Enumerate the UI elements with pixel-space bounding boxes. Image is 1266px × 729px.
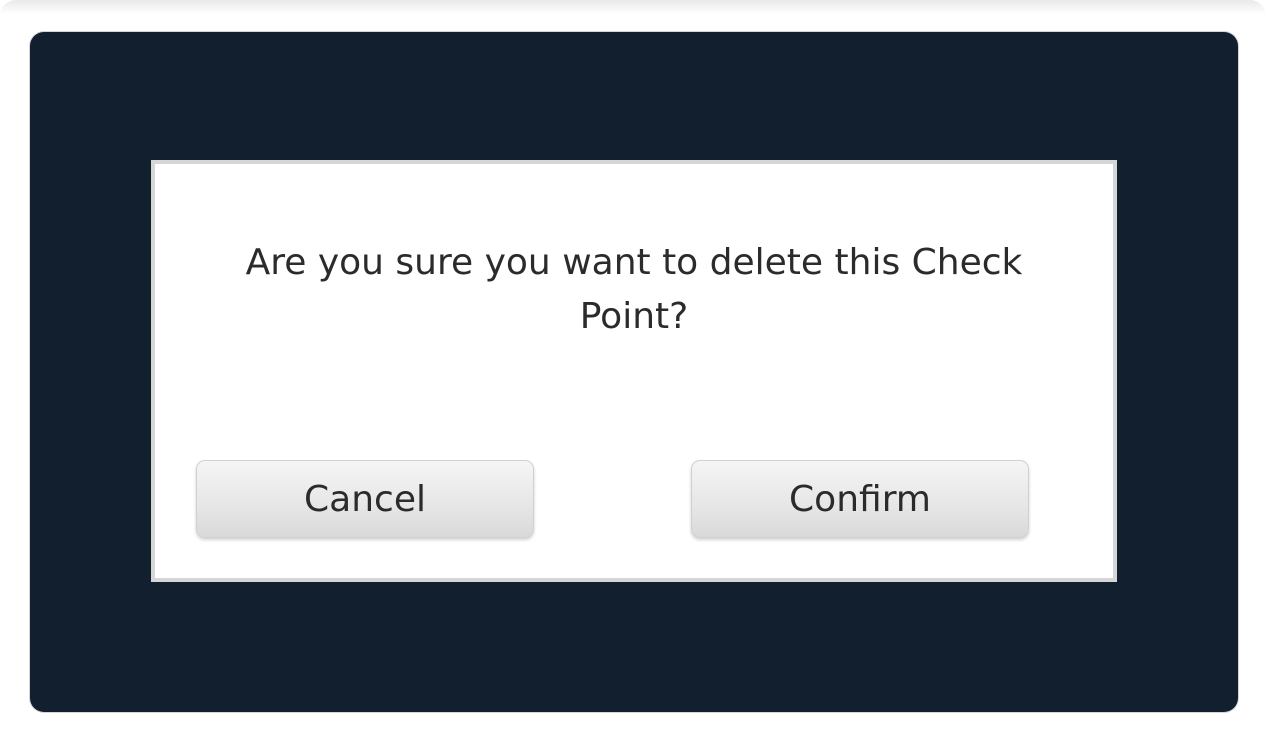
confirm-delete-dialog: Are you sure you want to delete this Che…: [151, 160, 1117, 582]
confirm-button[interactable]: Confirm: [691, 460, 1029, 538]
dialog-message: Are you sure you want to delete this Che…: [245, 242, 1023, 337]
device-frame: Are you sure you want to delete this Che…: [0, 0, 1266, 729]
modal-overlay: Are you sure you want to delete this Che…: [30, 32, 1238, 712]
cancel-button[interactable]: Cancel: [196, 460, 534, 538]
